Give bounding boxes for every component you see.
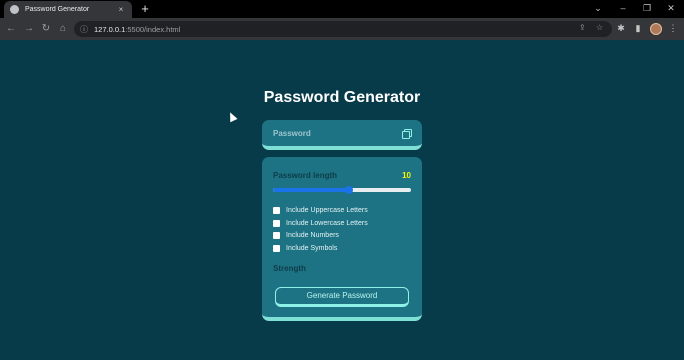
tab-search-icon[interactable]: ⌄ bbox=[591, 2, 605, 14]
option-label: Include Uppercase Letters bbox=[286, 206, 368, 214]
symbols-checkbox[interactable] bbox=[273, 244, 280, 252]
browser-tab[interactable]: Password Generator × bbox=[4, 1, 132, 18]
side-panel-icon[interactable]: ▮ bbox=[632, 23, 644, 34]
minimize-button[interactable]: – bbox=[616, 2, 630, 14]
browser-toolbar: ← → ↻ ⌂ ⓘ 127.0.0.1:5500/index.html ⇪ ☆ … bbox=[0, 18, 684, 40]
slider-fill bbox=[273, 188, 349, 192]
option-label: Include Numbers bbox=[286, 232, 339, 240]
numbers-checkbox[interactable] bbox=[273, 232, 280, 240]
option-symbols[interactable]: Include Symbols bbox=[273, 242, 411, 255]
uppercase-checkbox[interactable] bbox=[273, 206, 280, 214]
reload-icon[interactable]: ↻ bbox=[39, 22, 53, 36]
bookmark-star-icon[interactable]: ☆ bbox=[596, 23, 603, 32]
home-icon[interactable]: ⌂ bbox=[56, 22, 70, 36]
slider-thumb[interactable] bbox=[344, 186, 353, 194]
tab-bar: Password Generator × + ⌄ – ❐ ✕ bbox=[0, 0, 684, 18]
globe-icon bbox=[10, 5, 19, 14]
tab-title: Password Generator bbox=[25, 6, 90, 13]
strength-label: Strength bbox=[273, 263, 306, 273]
option-label: Include Symbols bbox=[286, 244, 338, 252]
length-value: 10 bbox=[402, 170, 411, 180]
option-numbers[interactable]: Include Numbers bbox=[273, 229, 411, 242]
length-slider[interactable] bbox=[273, 186, 411, 194]
option-lowercase[interactable]: Include Lowercase Letters bbox=[273, 217, 411, 230]
password-field[interactable]: Password bbox=[273, 129, 402, 138]
profile-avatar[interactable] bbox=[650, 23, 662, 35]
tab-close-icon[interactable]: × bbox=[116, 5, 126, 14]
share-icon[interactable]: ⇪ bbox=[579, 23, 586, 32]
password-display: Password bbox=[262, 120, 422, 150]
url-path: :5500/index.html bbox=[125, 24, 181, 34]
generate-password-button[interactable]: Generate Password bbox=[275, 286, 409, 307]
restore-button[interactable]: ❐ bbox=[640, 2, 654, 14]
options-list: Include Uppercase Letters Include Lowerc… bbox=[273, 204, 411, 255]
back-icon[interactable]: ← bbox=[4, 22, 18, 36]
forward-icon[interactable]: → bbox=[22, 22, 36, 36]
option-uppercase[interactable]: Include Uppercase Letters bbox=[273, 204, 411, 217]
option-label: Include Lowercase Letters bbox=[286, 219, 368, 227]
page-title: Password Generator bbox=[263, 89, 421, 106]
length-label: Password length bbox=[273, 170, 338, 180]
copy-icon[interactable] bbox=[402, 128, 412, 139]
lowercase-checkbox[interactable] bbox=[273, 219, 280, 227]
close-window-button[interactable]: ✕ bbox=[664, 2, 678, 14]
url-text: 127.0.0.1:5500/index.html bbox=[94, 25, 180, 34]
length-row: Password length 10 bbox=[273, 170, 411, 180]
mouse-cursor-icon bbox=[226, 110, 238, 123]
url-host: 127.0.0.1 bbox=[94, 24, 126, 34]
info-icon[interactable]: ⓘ bbox=[80, 24, 88, 35]
extensions-icon[interactable]: ✱ bbox=[615, 23, 627, 34]
address-bar[interactable]: ⓘ 127.0.0.1:5500/index.html ⇪ ☆ bbox=[74, 21, 612, 37]
settings-panel: Password length 10 Include Uppercase Let… bbox=[262, 157, 422, 321]
new-tab-button[interactable]: + bbox=[138, 1, 152, 17]
menu-icon[interactable]: ⋮ bbox=[667, 23, 679, 34]
